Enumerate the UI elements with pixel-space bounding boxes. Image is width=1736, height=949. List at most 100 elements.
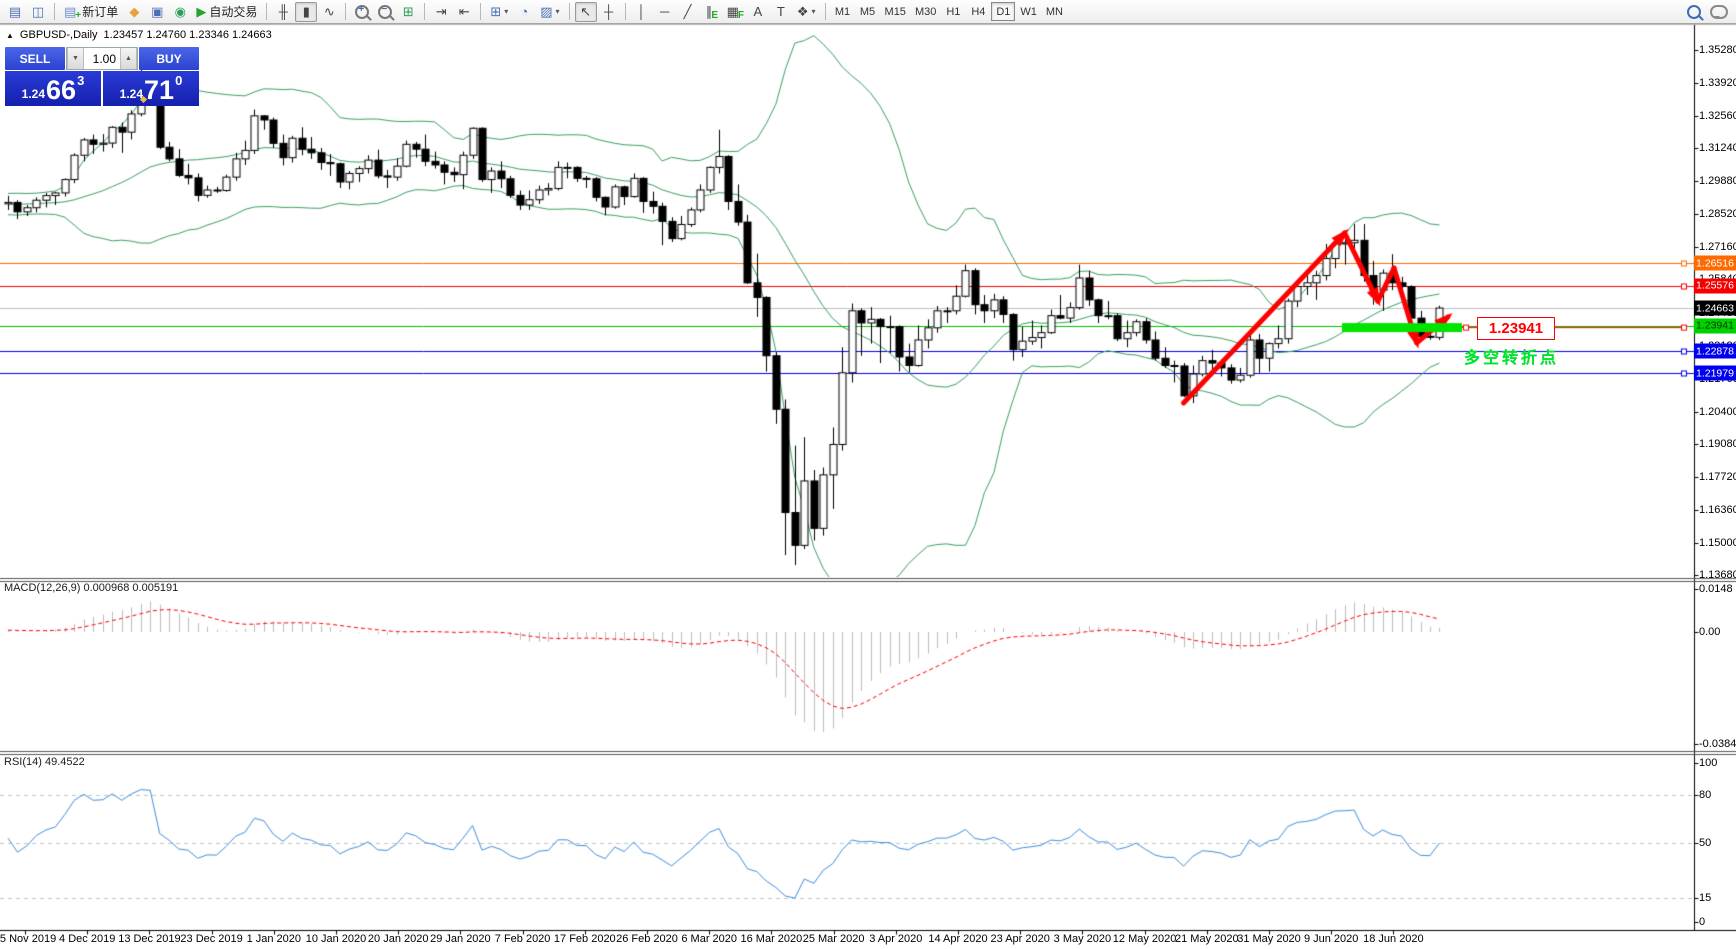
timeframe-button-w1[interactable]: W1 <box>1016 2 1041 21</box>
timeframe-button-h1[interactable]: H1 <box>941 2 965 21</box>
timeframe-button-mn[interactable]: MN <box>1042 2 1067 21</box>
timeframe-button-m30[interactable]: M30 <box>911 2 940 21</box>
equidistant-channel-button[interactable]: ∥ E <box>700 2 722 22</box>
chart-shift-button[interactable]: ⇤ <box>453 2 475 22</box>
x-axis-label: 25 Nov 2019 <box>0 933 57 945</box>
profiles-button[interactable]: ◫ <box>27 2 49 22</box>
new-chart-button[interactable]: ⊞ ▾ <box>486 2 512 22</box>
annotation-price-label[interactable]: 1.23941 <box>1477 317 1555 340</box>
charts-window-button[interactable]: ▤ <box>4 2 26 22</box>
dropdown-caret-icon: ▾ <box>811 7 816 16</box>
chat-button[interactable] <box>1706 2 1732 22</box>
volume-down-button[interactable]: ▼ <box>67 48 84 69</box>
price-axis-label: 1.20400 <box>1699 405 1736 418</box>
toolbar-separator <box>266 3 268 20</box>
rsi-axis-label: 50 <box>1699 836 1712 849</box>
x-axis-label: 29 Jan 2020 <box>430 933 491 945</box>
toolbar: ▤ ◫ ▤ + 新订单 ◆ ▣ ◉ ▶ 自动交易 ╫ ▮ ∿ + − ⊞ ⇥ ⇤ ⊞ ▾ ◔ ▨ ▾ ↖ ┼ │ ─ ╱ ∥ E ▦ F A T ❖… <box>0 0 1736 24</box>
buy-price[interactable]: 1.24 71 0 <box>103 71 199 106</box>
new-order-label: 新订单 <box>82 5 119 19</box>
auto-scroll-button[interactable]: ⇥ <box>430 2 452 22</box>
volume-field[interactable]: ▼ 1.00 ▲ <box>66 47 138 70</box>
vertical-line-button[interactable]: │ <box>631 2 653 22</box>
search-icon <box>1687 4 1701 19</box>
line-chart-icon: ∿ <box>323 4 335 19</box>
timeframe-button-m1[interactable]: M1 <box>831 2 855 21</box>
crosshair-icon: ┼ <box>603 4 614 19</box>
period-clock-icon: ◔ <box>520 4 529 19</box>
timeframe-button-m5[interactable]: M5 <box>856 2 880 21</box>
symbol-header: ▲ GBPUSD-,Daily 1.23457 1.24760 1.23346 … <box>6 29 272 41</box>
timeframe-button-h4[interactable]: H4 <box>966 2 990 21</box>
magnifier-icon: + <box>355 4 370 19</box>
timeframe-button-m15[interactable]: M15 <box>881 2 910 21</box>
toolbar-separator <box>824 3 826 20</box>
price-axis-label: 1.32560 <box>1699 110 1736 123</box>
text-button[interactable]: A <box>747 2 769 22</box>
x-axis-label: 10 Jan 2020 <box>305 933 367 945</box>
strategy-tester-button[interactable]: ◉ <box>169 2 191 22</box>
metaeditor-icon: ◆ <box>129 4 140 19</box>
macd-indicator-label: MACD(12,26,9) 0.000968 0.005191 <box>4 582 179 594</box>
sell-price[interactable]: 1.24 66 3 <box>5 71 101 106</box>
volume-value[interactable]: 1.00 <box>84 48 120 69</box>
templates-button[interactable]: ▨ ▾ <box>536 2 563 22</box>
x-axis-label: 25 Mar 2020 <box>802 933 865 945</box>
price-axis-label: 1.13680 <box>1699 569 1736 581</box>
macd-axis-label: 0.0148 <box>1699 582 1733 595</box>
arrows-button[interactable]: ❖ ▾ <box>793 2 820 22</box>
cursor-icon: ↖ <box>580 4 592 19</box>
strategy-tester-icon: ◉ <box>174 4 186 19</box>
symbol-ohlc: 1.23457 1.24760 1.23346 1.24663 <box>103 29 272 41</box>
mt4-window: ▤ ◫ ▤ + 新订单 ◆ ▣ ◉ ▶ 自动交易 ╫ ▮ ∿ + − ⊞ ⇥ ⇤ ⊞ ▾ ◔ ▨ ▾ ↖ ┼ │ ─ ╱ ∥ E ▦ F A T ❖… <box>0 0 1736 949</box>
price-tag: 1.23941 <box>1694 318 1736 334</box>
autotrading-label: 自动交易 <box>209 5 258 19</box>
tile-windows-button[interactable]: ⊞ <box>397 2 419 22</box>
crosshair-button[interactable]: ┼ <box>598 2 620 22</box>
trendline-button[interactable]: ╱ <box>677 2 699 22</box>
annotation-note-text[interactable]: 多空转折点 <box>1464 344 1559 368</box>
timeframe-button-d1[interactable]: D1 <box>991 2 1016 21</box>
period-clock-button[interactable]: ◔ <box>513 2 535 22</box>
cursor-button[interactable]: ↖ <box>574 1 597 22</box>
x-axis-label: 1 Jan 2020 <box>246 933 302 945</box>
price-axis-label: 1.28520 <box>1699 208 1736 221</box>
search-button[interactable] <box>1683 2 1705 22</box>
price-axis-label: 1.16360 <box>1699 503 1736 516</box>
line-chart-button[interactable]: ∿ <box>318 2 340 22</box>
metaeditor-button[interactable]: ◆ <box>123 2 145 22</box>
text-label-button[interactable]: T <box>770 2 792 22</box>
candlestick-chart-button[interactable]: ▮ <box>295 1 318 22</box>
chart-canvas[interactable] <box>0 0 1736 949</box>
x-axis-label: 31 May 2020 <box>1237 933 1301 945</box>
x-axis-label: 12 May 2020 <box>1112 933 1177 945</box>
profiles-icon: ◫ <box>31 4 45 19</box>
sell-button[interactable]: SELL <box>5 47 65 70</box>
price-tag: 1.22878 <box>1694 343 1736 359</box>
toolbox-icon: ▣ <box>151 4 164 19</box>
price-tag: 1.21979 <box>1694 365 1736 381</box>
trendline-icon: ╱ <box>683 4 692 19</box>
autotrading-button[interactable]: ▶ 自动交易 <box>192 2 261 22</box>
x-axis-label: 14 Apr 2020 <box>928 933 988 945</box>
price-tag: 1.26516 <box>1694 255 1736 271</box>
horizontal-line-button[interactable]: ─ <box>654 2 676 22</box>
bar-chart-button[interactable]: ╫ <box>272 2 294 22</box>
toolbox-button[interactable]: ▣ <box>146 2 168 22</box>
price-axis-label: 1.35280 <box>1699 44 1736 56</box>
fibonacci-button[interactable]: ▦ F <box>723 2 746 22</box>
buy-button[interactable]: BUY <box>139 47 199 70</box>
tile-windows-icon: ⊞ <box>402 4 414 19</box>
x-axis-label: 20 Jan 2020 <box>367 933 429 945</box>
one-click-panel-toggle-icon[interactable]: ▲ <box>6 31 14 40</box>
zoom-out-button[interactable]: − <box>374 2 396 22</box>
bar-chart-icon: ╫ <box>278 4 288 19</box>
new-order-button[interactable]: ▤ + 新订单 <box>60 2 122 22</box>
toolbar-separator <box>424 3 426 20</box>
zoom-in-button[interactable]: + <box>351 2 373 22</box>
toolbar-separator <box>568 3 570 20</box>
volume-up-button[interactable]: ▲ <box>120 48 137 69</box>
x-axis-label: 21 May 2020 <box>1174 933 1239 945</box>
x-axis-label: 16 Mar 2020 <box>740 933 803 945</box>
x-axis-label: 26 Feb 2020 <box>616 933 678 945</box>
